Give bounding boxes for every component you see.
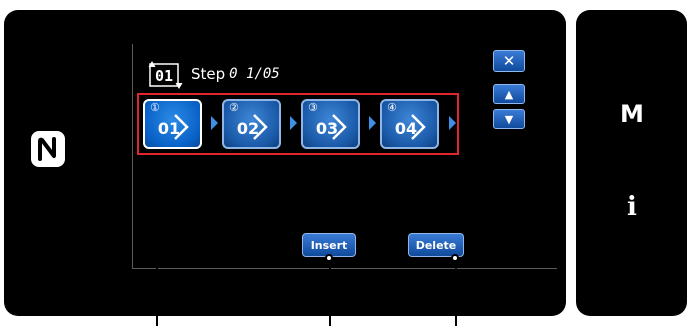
step-text: 03 <box>316 119 338 138</box>
next-arrow-icon <box>290 116 297 130</box>
callout-line-delete <box>455 258 457 326</box>
menu-button[interactable]: M <box>608 100 656 128</box>
arrow-up-icon: ▲ <box>504 87 514 101</box>
step-button-2[interactable]: ② 02 <box>222 99 281 149</box>
step-text: 02 <box>237 119 259 138</box>
step-arrow-icon: 03 <box>316 114 347 140</box>
side-panel <box>576 10 687 316</box>
scroll-down-button[interactable]: ▼ <box>493 109 525 129</box>
nfc-icon <box>31 131 65 167</box>
step-button-1[interactable]: ① 01 <box>143 99 202 149</box>
callout-dot-insert <box>325 254 333 262</box>
callout-line-insert <box>329 258 331 326</box>
page-title: 01 Step 0 1/05 <box>147 58 280 90</box>
info-button[interactable]: i <box>608 192 656 222</box>
step-arrow-icon: 02 <box>237 114 268 140</box>
next-arrow-icon <box>211 116 218 130</box>
step-button-3[interactable]: ③ 03 <box>301 99 360 149</box>
close-icon: ✕ <box>502 52 516 70</box>
step-number: 0 1/05 <box>229 66 280 82</box>
callout-dot-delete <box>451 254 459 262</box>
scroll-up-button[interactable]: ▲ <box>493 84 525 104</box>
step-arrow-icon: 01 <box>158 114 189 140</box>
step-text: 01 <box>158 119 180 138</box>
step-icon: 01 <box>148 61 183 89</box>
next-arrow-icon <box>369 116 376 130</box>
next-arrow-icon <box>449 116 456 130</box>
close-button[interactable]: ✕ <box>493 50 525 72</box>
step-icon-text: 01 <box>155 67 173 85</box>
step-label: Step <box>191 65 226 83</box>
callout-line-steps <box>156 155 158 326</box>
step-arrow-icon: 04 <box>395 114 426 140</box>
step-button-4[interactable]: ④ 04 <box>380 99 439 149</box>
arrow-down-icon: ▼ <box>504 112 514 126</box>
step-text: 04 <box>395 119 417 138</box>
